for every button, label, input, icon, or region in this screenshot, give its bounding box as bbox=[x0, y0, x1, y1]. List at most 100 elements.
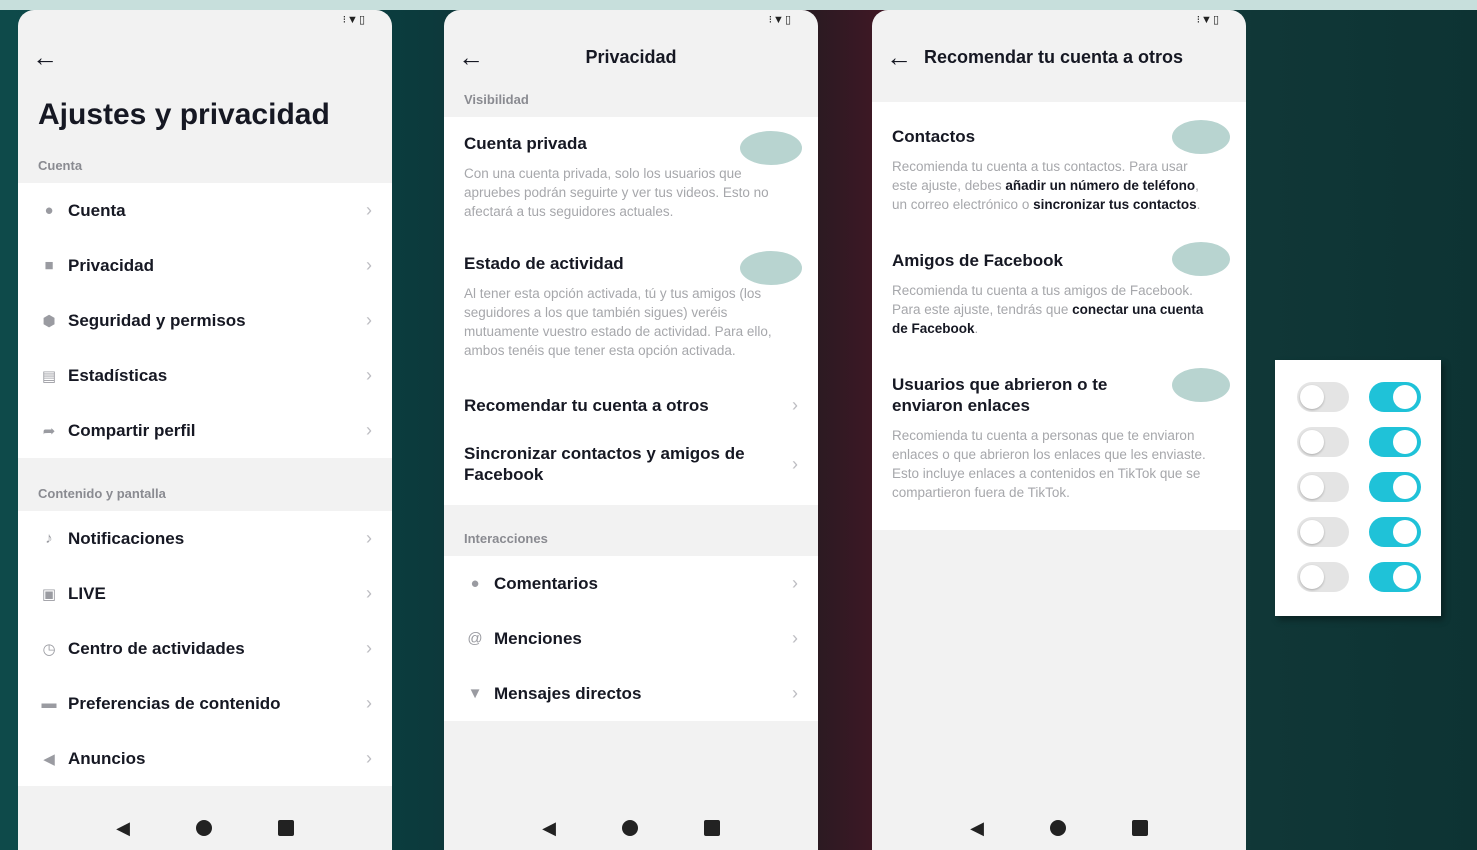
contacts-toggle[interactable] bbox=[1172, 120, 1230, 154]
nav-back-icon[interactable]: ◀ bbox=[116, 818, 130, 839]
settings-item-content-preferences[interactable]: ▬ Preferencias de contenido › bbox=[18, 676, 392, 731]
toggle-on[interactable] bbox=[1369, 517, 1421, 547]
settings-item-notifications[interactable]: ♪ Notificaciones › bbox=[18, 511, 392, 566]
toggle-off[interactable] bbox=[1297, 562, 1349, 592]
page-title: Ajustes y privacidad bbox=[38, 98, 330, 131]
setting-description: Recomienda tu cuenta a tus amigos de Fac… bbox=[892, 281, 1226, 338]
recommend-group: Contactos Recomienda tu cuenta a tus con… bbox=[872, 102, 1246, 530]
setting-contacts: Contactos Recomienda tu cuenta a tus con… bbox=[872, 102, 1246, 224]
top-nav: ← Privacidad bbox=[444, 32, 818, 82]
toggle-on[interactable] bbox=[1369, 427, 1421, 457]
desc-text: . bbox=[974, 321, 979, 336]
chevron-right-icon: › bbox=[366, 638, 372, 658]
settings-item-comments[interactable]: ● Comentarios › bbox=[444, 556, 818, 611]
settings-item-label: Cuenta bbox=[68, 200, 126, 220]
settings-item-label: Estadísticas bbox=[68, 365, 168, 385]
top-band bbox=[0, 0, 1477, 10]
toggle-off[interactable] bbox=[1297, 472, 1349, 502]
chevron-right-icon: › bbox=[366, 528, 372, 548]
nav-back-icon[interactable]: ◀ bbox=[542, 818, 556, 839]
settings-item-label: Anuncios bbox=[68, 748, 146, 768]
status-icons: ⁝▼▯ bbox=[768, 14, 792, 26]
chart-icon: ▤ bbox=[41, 367, 57, 385]
back-arrow-icon[interactable]: ← bbox=[886, 44, 912, 70]
back-arrow-icon[interactable]: ← bbox=[458, 44, 484, 70]
settings-item-label: LIVE bbox=[68, 583, 106, 603]
nav-recent-icon[interactable] bbox=[277, 820, 294, 836]
status-bar: ⁝▼▯ bbox=[444, 10, 818, 32]
chevron-right-icon: › bbox=[366, 693, 372, 713]
toggle-knob bbox=[1393, 520, 1417, 544]
toggle-on[interactable] bbox=[1369, 472, 1421, 502]
private-account-toggle[interactable] bbox=[740, 131, 802, 165]
settings-item-direct-messages[interactable]: ▼ Mensajes directos › bbox=[444, 666, 818, 721]
toggle-knob bbox=[1393, 565, 1417, 589]
account-group: ● Cuenta › ■ Privacidad › ⬢ Seguridad y … bbox=[18, 183, 392, 458]
settings-item-mentions[interactable]: @ Menciones › bbox=[444, 611, 818, 666]
privacy-screen: ⁝▼▯ ← Privacidad Visibilidad Cuenta priv… bbox=[444, 10, 818, 850]
desc-text: . bbox=[1196, 197, 1201, 212]
content-group: ♪ Notificaciones › ▣ LIVE › ◷ Centro de … bbox=[18, 511, 392, 786]
nav-recent-icon[interactable] bbox=[1131, 820, 1148, 836]
chevron-right-icon: › bbox=[366, 420, 372, 440]
settings-item-statistics[interactable]: ▤ Estadísticas › bbox=[18, 348, 392, 403]
activity-status-toggle[interactable] bbox=[740, 251, 802, 285]
chevron-right-icon: › bbox=[366, 200, 372, 220]
chevron-right-icon: › bbox=[792, 395, 798, 415]
toggle-on[interactable] bbox=[1369, 562, 1421, 592]
section-label-visibility: Visibilidad bbox=[464, 92, 529, 107]
top-nav: ← Recomendar tu cuenta a otros bbox=[872, 32, 1246, 82]
nav-recent-icon[interactable] bbox=[703, 820, 720, 836]
nav-home-icon[interactable] bbox=[1049, 820, 1066, 836]
toggle-off[interactable] bbox=[1297, 427, 1349, 457]
interactions-group: ● Comentarios › @ Menciones › ▼ Mensajes… bbox=[444, 556, 818, 721]
lock-icon: ■ bbox=[44, 257, 54, 274]
setting-description: Recomienda tu cuenta a tus contactos. Pa… bbox=[892, 157, 1226, 214]
share-icon: ➦ bbox=[42, 422, 56, 440]
status-bar: ⁝▼▯ bbox=[872, 10, 1246, 32]
chevron-right-icon: › bbox=[366, 310, 372, 330]
toggle-off[interactable] bbox=[1297, 517, 1349, 547]
settings-item-share-profile[interactable]: ➦ Compartir perfil › bbox=[18, 403, 392, 458]
nav-back-icon[interactable]: ◀ bbox=[970, 818, 984, 839]
link-users-toggle[interactable] bbox=[1172, 368, 1230, 402]
sync-contacts-link[interactable]: Sincronizar contactos y amigos de Facebo… bbox=[444, 433, 818, 505]
sync-contacts-link[interactable]: sincronizar tus contactos bbox=[1033, 197, 1197, 212]
chevron-right-icon: › bbox=[792, 628, 798, 648]
chevron-right-icon: › bbox=[366, 255, 372, 275]
settings-screen: ⁝▼▯ ← Ajustes y privacidad Cuenta ● Cuen… bbox=[18, 10, 392, 850]
settings-item-label: Compartir perfil bbox=[68, 420, 196, 440]
add-phone-link[interactable]: añadir un número de teléfono bbox=[1005, 178, 1195, 193]
bell-icon: ♪ bbox=[45, 530, 53, 547]
toggle-legend bbox=[1275, 360, 1441, 616]
person-icon: ● bbox=[44, 202, 54, 219]
nav-home-icon[interactable] bbox=[195, 820, 212, 836]
send-icon: ▼ bbox=[467, 685, 483, 702]
facebook-friends-toggle[interactable] bbox=[1172, 242, 1230, 276]
status-bar: ⁝▼▯ bbox=[18, 10, 392, 32]
settings-item-label: Mensajes directos bbox=[494, 683, 642, 703]
back-arrow-icon[interactable]: ← bbox=[32, 44, 58, 70]
chevron-right-icon: › bbox=[366, 365, 372, 385]
chevron-right-icon: › bbox=[792, 573, 798, 593]
toggle-on[interactable] bbox=[1369, 382, 1421, 412]
settings-item-live[interactable]: ▣ LIVE › bbox=[18, 566, 392, 621]
recommend-account-link[interactable]: Recomendar tu cuenta a otros › bbox=[444, 378, 818, 433]
link-label: Recomendar tu cuenta a otros bbox=[464, 396, 709, 415]
toggle-knob bbox=[1300, 385, 1324, 409]
toggle-knob bbox=[1300, 520, 1324, 544]
chevron-right-icon: › bbox=[792, 453, 798, 474]
toggle-knob bbox=[1300, 565, 1324, 589]
settings-item-ads[interactable]: ◀ Anuncios › bbox=[18, 731, 392, 786]
page-title: Recomendar tu cuenta a otros bbox=[924, 46, 1184, 67]
nav-home-icon[interactable] bbox=[621, 820, 638, 836]
settings-item-account[interactable]: ● Cuenta › bbox=[18, 183, 392, 238]
settings-item-label: Centro de actividades bbox=[68, 638, 245, 658]
status-icons: ⁝▼▯ bbox=[342, 14, 366, 26]
toggle-pair bbox=[1297, 472, 1441, 502]
settings-item-privacy[interactable]: ■ Privacidad › bbox=[18, 238, 392, 293]
at-icon: @ bbox=[467, 630, 483, 647]
settings-item-security[interactable]: ⬢ Seguridad y permisos › bbox=[18, 293, 392, 348]
toggle-off[interactable] bbox=[1297, 382, 1349, 412]
settings-item-activity-center[interactable]: ◷ Centro de actividades › bbox=[18, 621, 392, 676]
